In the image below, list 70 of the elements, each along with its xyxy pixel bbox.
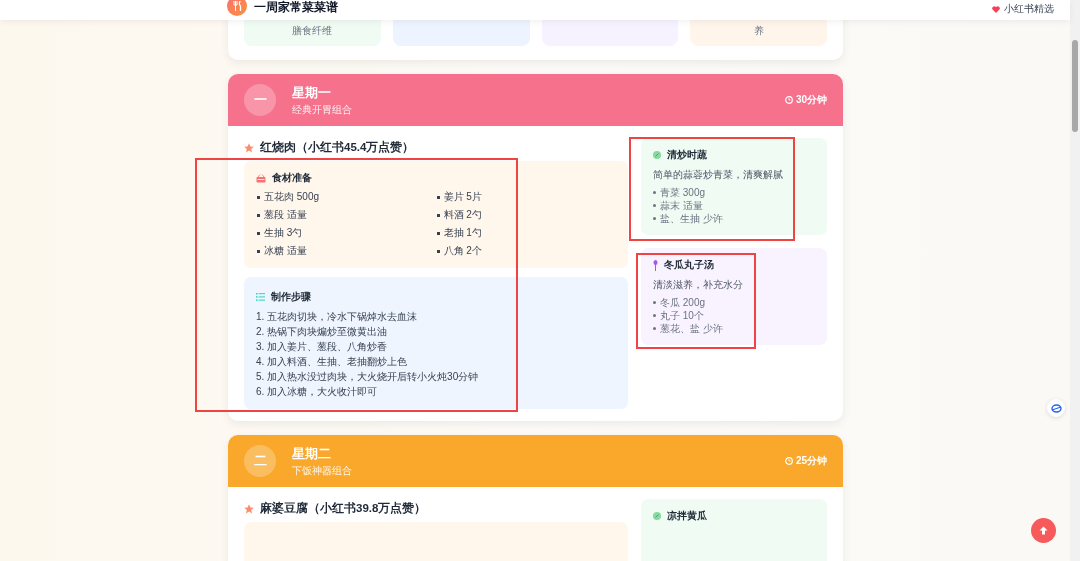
cook-time: 30分钟 bbox=[795, 93, 827, 107]
side-dish-description: 清淡滋养，补充水分 bbox=[653, 278, 744, 292]
bullet-icon bbox=[436, 231, 440, 235]
badge-label: 小红书精选 bbox=[1004, 2, 1054, 16]
ingredient-item: 八角 2个 bbox=[443, 244, 482, 258]
step-text: 6. 加入冰糖，大火收汁即可 bbox=[256, 385, 379, 399]
bullet-icon bbox=[257, 231, 260, 235]
side-dish-name: 凉拌黄瓜 bbox=[667, 509, 707, 523]
day-title: 星期一 bbox=[292, 83, 332, 102]
bullet-icon bbox=[653, 191, 656, 194]
step-text: 1. 五花肉切块，冷水下锅焯水去血沫 bbox=[256, 310, 419, 324]
bullet-icon bbox=[653, 314, 656, 317]
site-title: 一周家常菜菜谱 bbox=[254, 0, 338, 16]
cook-time: 25分钟 bbox=[795, 454, 827, 468]
star-icon bbox=[244, 142, 254, 153]
ingredients-heading: 食材准备 bbox=[272, 171, 312, 185]
side-ingredient: 蒜末 适量 bbox=[660, 199, 703, 212]
day-title: 星期二 bbox=[292, 444, 332, 463]
side-dish-name: 清炒时蔬 bbox=[667, 148, 707, 162]
clock-icon bbox=[784, 457, 793, 465]
bullet-icon bbox=[257, 213, 260, 217]
bullet-icon bbox=[436, 195, 440, 199]
day-subtitle: 经典开胃组合 bbox=[292, 102, 352, 117]
dish-title: 麻婆豆腐（小红书39.8万点赞） bbox=[260, 501, 427, 516]
side-ingredient: 丸子 10个 bbox=[660, 309, 704, 322]
bullet-icon bbox=[653, 327, 656, 330]
bullet-icon bbox=[653, 217, 656, 220]
ingredient-item: 姜片 5片 bbox=[443, 190, 482, 204]
day-badge: 二 bbox=[244, 445, 276, 477]
ingredient-item: 生抽 3勺 bbox=[264, 226, 303, 240]
side-ingredient: 青菜 300g bbox=[660, 186, 706, 199]
ring-icon bbox=[1050, 403, 1062, 413]
day-subtitle: 下饭神器组合 bbox=[292, 463, 352, 478]
ingredient-item: 葱段 适量 bbox=[264, 208, 307, 222]
tip-text: 养 bbox=[753, 24, 764, 38]
step-text: 2. 热锅下肉块煸炒至微黄出油 bbox=[256, 325, 389, 339]
step-text: 4. 加入料酒、生抽、老抽翻炒上色 bbox=[256, 355, 409, 369]
heart-icon bbox=[992, 5, 1000, 13]
step-text: 5. 加入热水没过肉块，大火烧开后转小火炖30分钟 bbox=[256, 370, 480, 384]
day-badge: 一 bbox=[244, 84, 276, 116]
side-dish-name: 冬瓜丸子汤 bbox=[664, 258, 714, 272]
arrow-up-icon bbox=[1039, 526, 1048, 535]
side-dish-description: 简单的蒜蓉炒青菜，清爽解腻 bbox=[653, 168, 784, 182]
bullet-icon bbox=[257, 249, 260, 253]
scrollbar[interactable] bbox=[1070, 0, 1080, 561]
bullet-icon bbox=[257, 195, 260, 199]
side-ingredient: 盐、生抽 少许 bbox=[660, 212, 723, 225]
bullet-icon bbox=[436, 213, 440, 217]
ingredient-item: 五花肉 500g bbox=[264, 190, 320, 204]
leaf-circle-icon bbox=[653, 512, 661, 520]
bullet-icon bbox=[653, 204, 656, 207]
leaf-circle-icon bbox=[653, 151, 661, 159]
bullet-icon bbox=[436, 249, 440, 253]
clock-icon bbox=[784, 96, 793, 104]
spoon-icon bbox=[653, 259, 658, 271]
list-icon bbox=[256, 293, 265, 301]
basket-icon bbox=[256, 173, 266, 183]
side-ingredient: 葱花、盐 少许 bbox=[660, 322, 723, 335]
ingredient-item: 冰糖 适量 bbox=[264, 244, 307, 258]
ingredient-item: 料酒 2勺 bbox=[443, 208, 482, 222]
star-icon bbox=[244, 503, 254, 514]
dish-title: 红烧肉（小红书45.4万点赞） bbox=[260, 140, 415, 155]
back-to-top-button[interactable] bbox=[1031, 518, 1056, 543]
chat-button[interactable] bbox=[1047, 399, 1065, 417]
tip-text: 膳食纤维 bbox=[292, 24, 333, 38]
side-ingredient: 冬瓜 200g bbox=[660, 296, 706, 309]
steps-heading: 制作步骤 bbox=[271, 290, 311, 304]
ingredient-item: 老抽 1勺 bbox=[443, 226, 482, 240]
bullet-icon bbox=[653, 301, 656, 304]
step-text: 3. 加入姜片、葱段、八角炒香 bbox=[256, 340, 389, 354]
